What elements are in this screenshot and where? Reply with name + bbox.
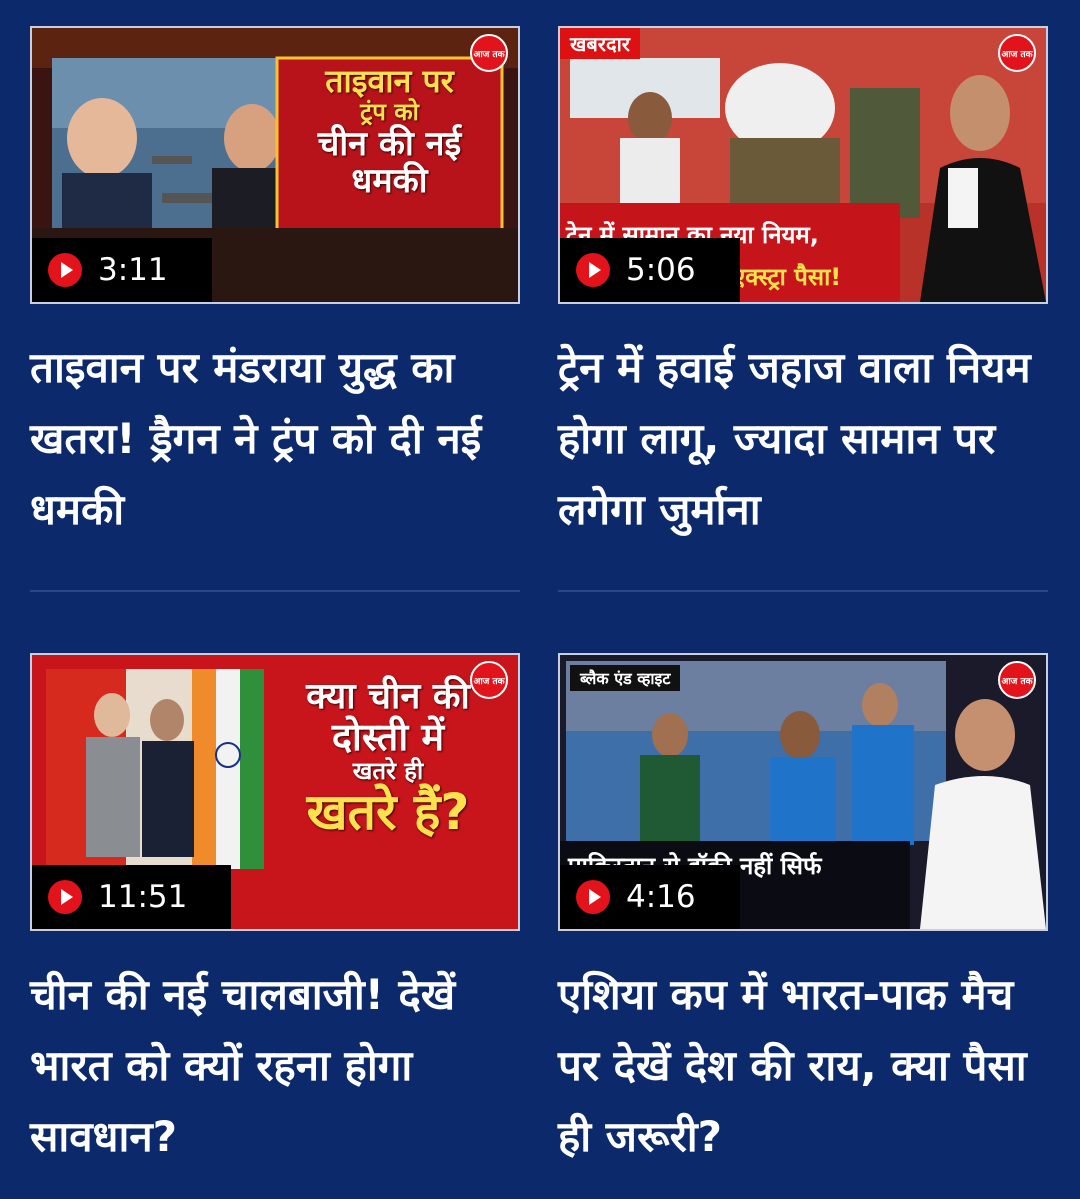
- video-thumbnail[interactable]: क्या चीन की दोस्ती में खतरे ही खतरे हैं?…: [30, 653, 520, 931]
- duration-badge: 4:16: [560, 865, 740, 929]
- video-card[interactable]: ताइवान पर ट्रंप को चीन की नई धमकी आज तक …: [30, 26, 520, 545]
- row-divider: [558, 590, 1048, 592]
- video-duration: 5:06: [626, 252, 696, 288]
- show-tag: ब्लैक एंड व्हाइट: [570, 665, 681, 691]
- show-tag: खबरदार: [560, 28, 640, 59]
- row-divider: [30, 590, 520, 592]
- video-card[interactable]: खबरदार ट्रेन में सामान का नया नियम, एक्स…: [558, 26, 1048, 545]
- thumbnail-strip-line: एक्स्ट्रा पैसा!: [732, 263, 842, 291]
- video-card[interactable]: क्या चीन की दोस्ती में खतरे ही खतरे हैं?…: [30, 653, 520, 1172]
- aajtak-logo: आज तक: [470, 661, 508, 699]
- duration-badge: 5:06: [560, 238, 740, 302]
- video-duration: 4:16: [626, 879, 696, 915]
- duration-badge: 3:11: [32, 238, 212, 302]
- aajtak-logo: आज तक: [998, 34, 1036, 72]
- video-thumbnail[interactable]: ताइवान पर ट्रंप को चीन की नई धमकी आज तक …: [30, 26, 520, 304]
- play-icon: [48, 253, 82, 287]
- play-icon: [576, 253, 610, 287]
- video-title[interactable]: ट्रेन में हवाई जहाज वाला नियम होगा लागू,…: [558, 332, 1058, 545]
- aajtak-logo: आज तक: [998, 661, 1036, 699]
- video-card[interactable]: ब्लैक एंड व्हाइट पाकिस्तान से हॉकी नहीं …: [558, 653, 1048, 1172]
- video-duration: 3:11: [98, 252, 168, 288]
- video-title[interactable]: ताइवान पर मंडराया युद्ध का खतरा! ड्रैगन …: [30, 332, 530, 545]
- thumbnail-caption: क्या चीन की दोस्ती में खतरे ही खतरे हैं?: [306, 676, 470, 841]
- video-duration: 11:51: [98, 879, 188, 915]
- video-thumbnail[interactable]: खबरदार ट्रेन में सामान का नया नियम, एक्स…: [558, 26, 1048, 304]
- play-icon: [48, 880, 82, 914]
- duration-badge: 11:51: [32, 865, 232, 929]
- video-thumbnail[interactable]: ब्लैक एंड व्हाइट पाकिस्तान से हॉकी नहीं …: [558, 653, 1048, 931]
- thumbnail-caption: ताइवान पर ट्रंप को चीन की नई धमकी: [317, 62, 462, 201]
- play-icon: [576, 880, 610, 914]
- aajtak-logo: आज तक: [470, 34, 508, 72]
- video-title[interactable]: एशिया कप में भारत-पाक मैच पर देखें देश क…: [558, 959, 1058, 1172]
- video-title[interactable]: चीन की नई चालबाजी! देखें भारत को क्यों र…: [30, 959, 530, 1172]
